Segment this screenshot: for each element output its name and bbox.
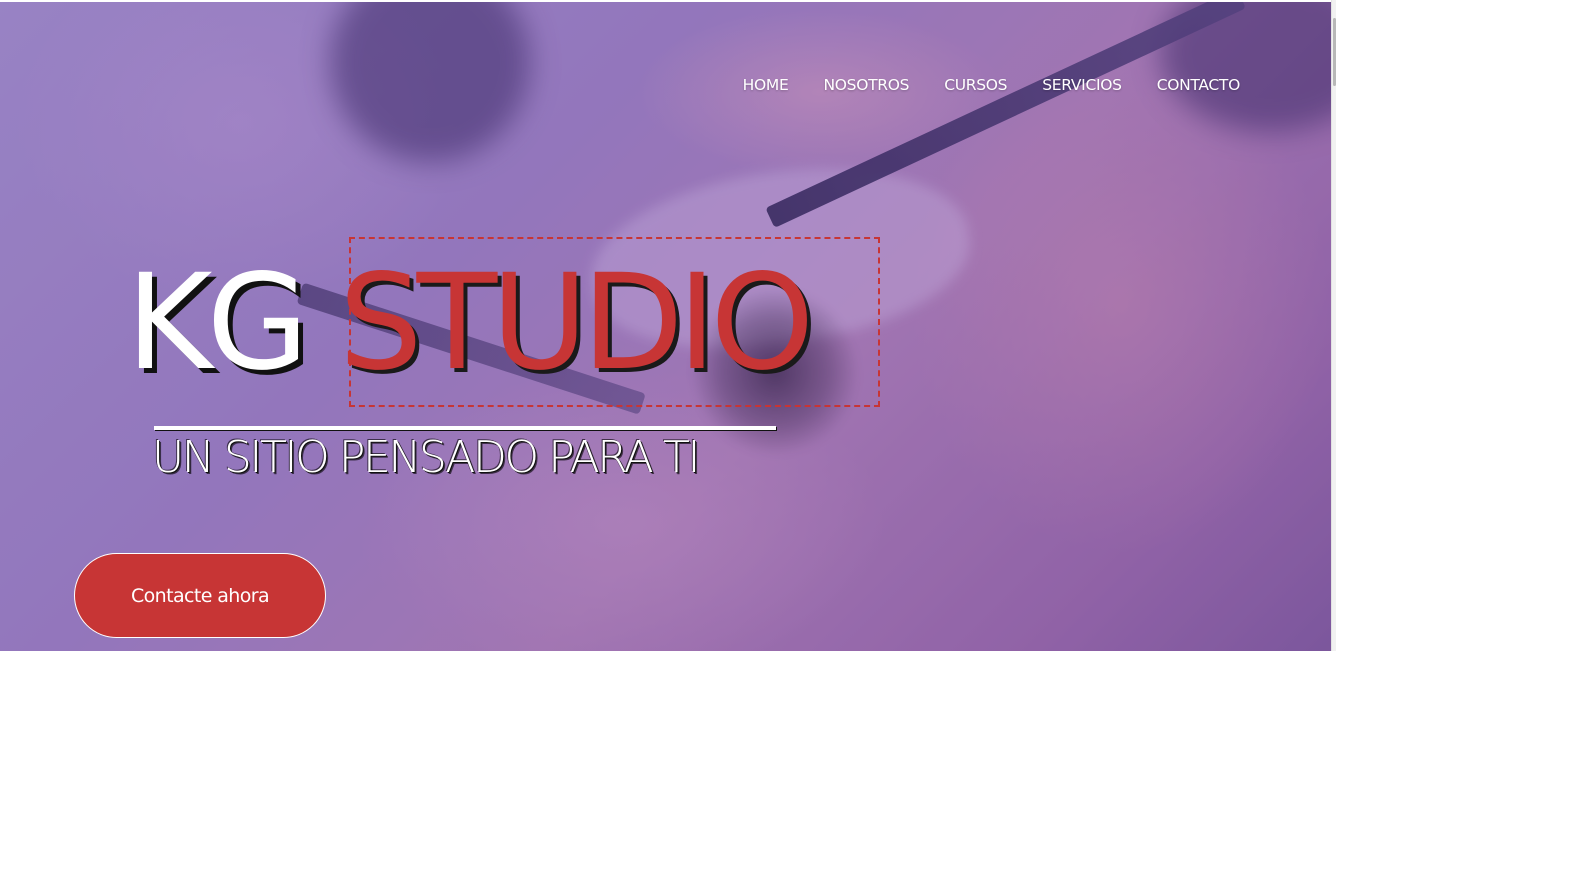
hero-title-studio: STUDIO	[338, 246, 815, 400]
hero-title-kg: KG	[126, 246, 309, 400]
contact-now-button[interactable]: Contacte ahora	[74, 553, 326, 638]
nav-item-servicios[interactable]: SERVICIOS	[1042, 76, 1122, 94]
hero-subtitle: UN SITIO PENSADO PARA TI	[152, 432, 700, 483]
hero-title: KG STUDIO	[126, 246, 815, 400]
main-nav: HOME NOSOTROS CURSOS SERVICIOS CONTACTO	[708, 76, 1241, 94]
nav-item-cursos[interactable]: CURSOS	[944, 76, 1007, 94]
browser-viewport: HOME NOSOTROS CURSOS SERVICIOS CONTACTO …	[0, 0, 1336, 651]
nav-item-home[interactable]: HOME	[743, 76, 789, 94]
nav-item-contacto[interactable]: CONTACTO	[1157, 76, 1241, 94]
nav-item-nosotros[interactable]: NOSOTROS	[823, 76, 909, 94]
scrollbar-thumb[interactable]	[1333, 18, 1336, 86]
hero-section: HOME NOSOTROS CURSOS SERVICIOS CONTACTO …	[0, 2, 1331, 651]
page-scrollbar[interactable]	[1331, 0, 1336, 651]
